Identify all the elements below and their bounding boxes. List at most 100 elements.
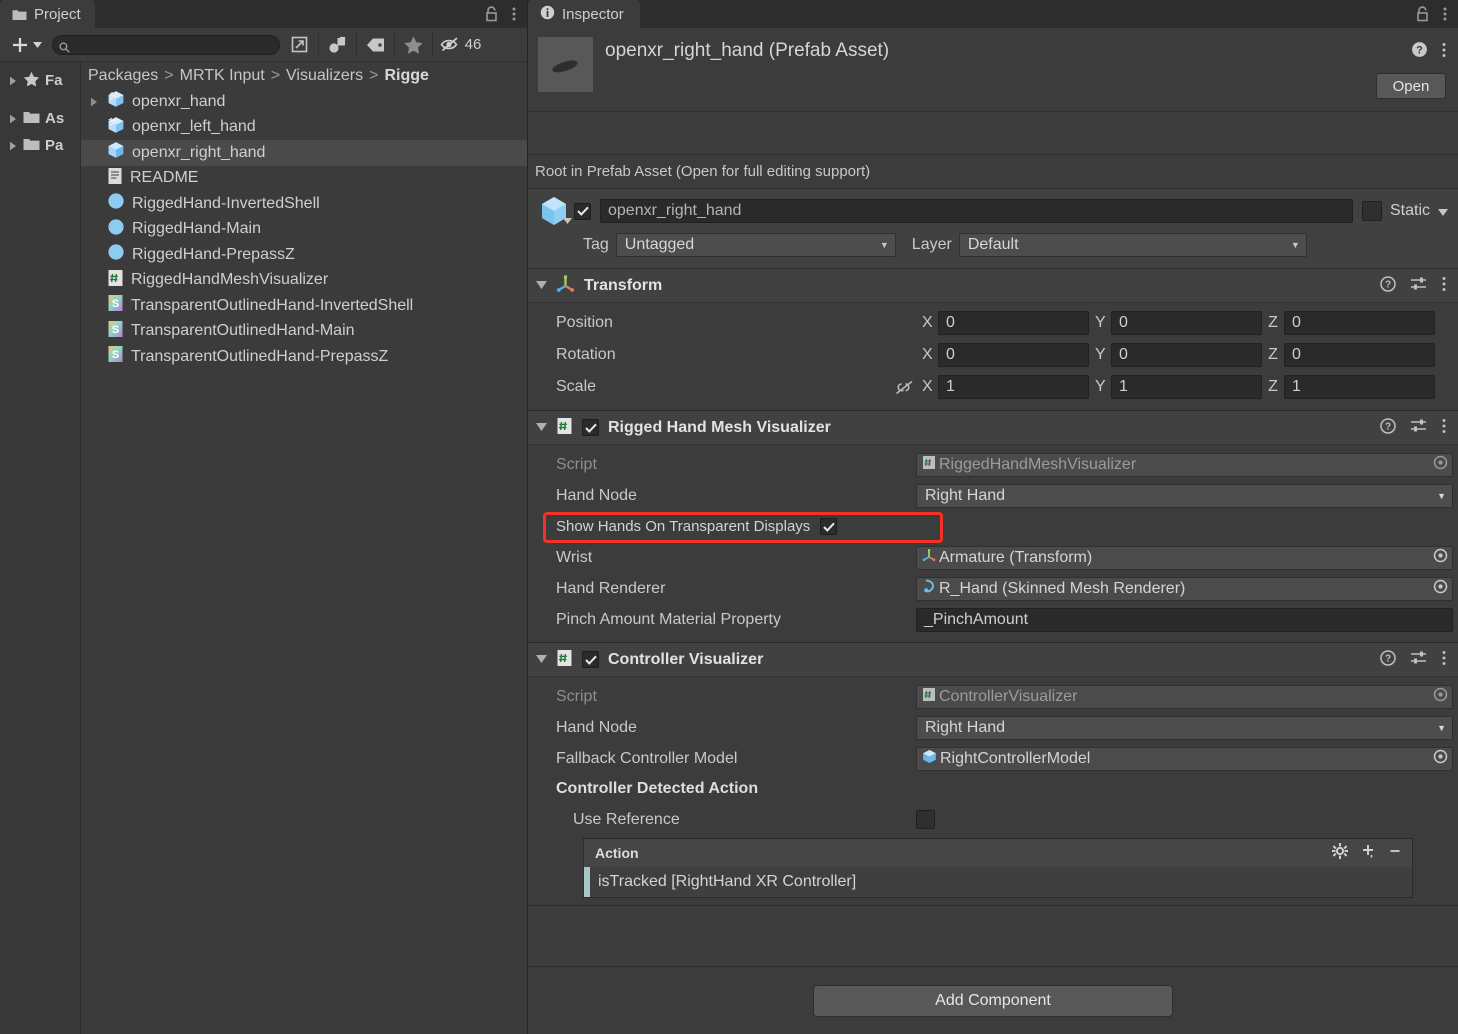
search-box[interactable] [52,34,280,57]
kebab-menu-icon[interactable] [1442,650,1446,670]
hand-renderer-field[interactable]: R_Hand (Skinned Mesh Renderer) [916,576,1453,601]
fallback-field[interactable]: RightControllerModel [916,746,1453,771]
chevron-right-icon[interactable] [88,97,100,107]
constrain-proportions-toggle[interactable] [886,379,922,396]
show-hands-checkbox[interactable] [820,518,838,535]
lock-icon[interactable] [1416,6,1429,22]
wrist-field[interactable]: Armature (Transform) [916,545,1453,570]
svg-text:?: ? [1416,44,1423,56]
object-picker-icon[interactable] [1433,548,1448,568]
list-item[interactable]: openxr_left_hand [81,115,527,141]
chevron-down-icon[interactable] [536,422,547,434]
filter-favorites-icon[interactable] [394,31,432,58]
list-item[interactable]: RiggedHand-Main [81,217,527,243]
list-item[interactable]: RiggedHandMeshVisualizer [81,268,527,294]
list-item[interactable]: RiggedHand-PrepassZ [81,242,527,268]
preset-icon[interactable] [1410,418,1428,438]
list-item[interactable]: isTracked [RightHand XR Controller] [584,867,1412,897]
scale-z-field[interactable]: 1 [1284,375,1435,399]
chevron-down-icon[interactable] [536,654,547,666]
filter-by-label-icon[interactable] [356,31,394,58]
breadcrumb-item-2[interactable]: Visualizers [286,67,363,85]
list-item[interactable]: RiggedHand-InvertedShell [81,191,527,217]
help-icon[interactable]: ? [1380,649,1396,670]
chevron-down-icon[interactable] [563,211,572,228]
kebab-menu-icon[interactable] [512,6,516,22]
breadcrumb-item-1[interactable]: MRTK Input [180,67,265,85]
fallback-value: RightControllerModel [940,749,1091,767]
chevron-down-icon[interactable] [1438,203,1448,220]
breadcrumb-item-0[interactable]: Packages [88,67,158,85]
tree-item-favorites[interactable]: Fa [0,67,80,94]
list-item[interactable]: S TransparentOutlinedHand-Main [81,319,527,345]
static-checkbox[interactable] [1361,201,1382,221]
remove-action-icon[interactable] [1388,843,1402,863]
controller-visualizer-header[interactable]: Controller Visualizer ? [528,643,1458,677]
list-item[interactable]: S TransparentOutlinedHand-PrepassZ [81,344,527,370]
prefab-icon [107,90,125,113]
rotation-y-field[interactable]: 0 [1111,343,1262,367]
search-in-new-window-button[interactable] [280,32,318,58]
search-icon [59,40,70,57]
pinch-amount-field[interactable]: _PinchAmount [916,607,1453,632]
object-picker-icon[interactable] [1433,579,1448,599]
rotation-x-field[interactable]: 0 [938,343,1089,367]
preset-icon[interactable] [1410,650,1428,670]
open-prefab-button[interactable]: Open [1376,73,1446,99]
chevron-right-icon[interactable] [7,76,18,86]
help-icon[interactable]: ? [1380,417,1396,438]
cv-script-row: Script ControllerVisualizer [528,681,1458,712]
gear-icon[interactable] [1332,843,1348,863]
scale-x-field[interactable]: 1 [938,375,1089,399]
position-x-field[interactable]: 0 [938,311,1089,335]
list-item[interactable]: README [81,166,527,192]
hand-node-dropdown[interactable]: Right Hand ▼ [916,483,1453,508]
list-item[interactable]: openxr_hand [81,89,527,115]
scale-y-field[interactable]: 1 [1111,375,1262,399]
layer-dropdown[interactable]: Default ▼ [958,233,1307,257]
chevron-right-icon[interactable] [7,114,18,124]
controller-visualizer-enabled-checkbox[interactable] [582,651,599,668]
breadcrumb-separator: > [164,66,174,84]
position-z-field[interactable]: 0 [1284,311,1435,335]
use-reference-checkbox[interactable] [916,810,935,829]
create-asset-button[interactable] [8,35,50,55]
preset-icon[interactable] [1410,276,1428,296]
kebab-menu-icon[interactable] [1442,276,1446,296]
cv-script-label: Script [556,687,597,705]
help-icon[interactable]: ? [1411,41,1428,62]
breadcrumb-item-3[interactable]: Rigge [384,67,428,85]
gameobject-name-field[interactable]: openxr_right_hand [600,199,1353,223]
transform-body: Position X 0 Y 0 Z 0 Rotation X 0 Y 0 Z … [528,303,1458,410]
lock-icon[interactable] [485,6,498,22]
cv-hand-node-dropdown[interactable]: Right Hand ▼ [916,715,1453,740]
filter-by-type-icon[interactable] [318,31,356,58]
rigged-hand-enabled-checkbox[interactable] [582,419,599,436]
rigged-hand-header[interactable]: Rigged Hand Mesh Visualizer ? [528,411,1458,445]
list-item[interactable]: openxr_right_hand [81,140,527,166]
transform-header[interactable]: Transform ? [528,269,1458,303]
tab-inspector[interactable]: Inspector [528,0,640,28]
gameobject-enabled-checkbox[interactable] [574,202,591,220]
search-input[interactable] [73,37,253,52]
help-icon[interactable]: ? [1380,275,1396,296]
kebab-menu-icon[interactable] [1443,6,1447,22]
chevron-right-icon[interactable] [7,141,18,151]
add-component-button[interactable]: Add Component [813,984,1173,1017]
kebab-menu-icon[interactable] [1442,418,1446,438]
list-item-label: README [130,169,199,187]
hidden-assets-counter[interactable]: 46 [432,31,488,58]
tab-project[interactable]: Project [0,0,95,28]
rotation-z-field[interactable]: 0 [1284,343,1435,367]
tree-item-packages[interactable]: Pa [0,132,80,159]
object-picker-icon[interactable] [1433,749,1448,769]
gameobject-icon[interactable] [534,195,574,227]
position-y-field[interactable]: 0 [1111,311,1262,335]
chevron-down-icon[interactable] [536,280,547,292]
kebab-menu-icon[interactable] [1442,42,1446,62]
tree-item-assets[interactable]: As [0,105,80,132]
add-action-icon[interactable] [1361,843,1375,863]
list-item[interactable]: S TransparentOutlinedHand-InvertedShell [81,293,527,319]
controller-visualizer-header-actions: ? [1380,649,1446,670]
tag-dropdown[interactable]: Untagged ▼ [615,233,896,257]
